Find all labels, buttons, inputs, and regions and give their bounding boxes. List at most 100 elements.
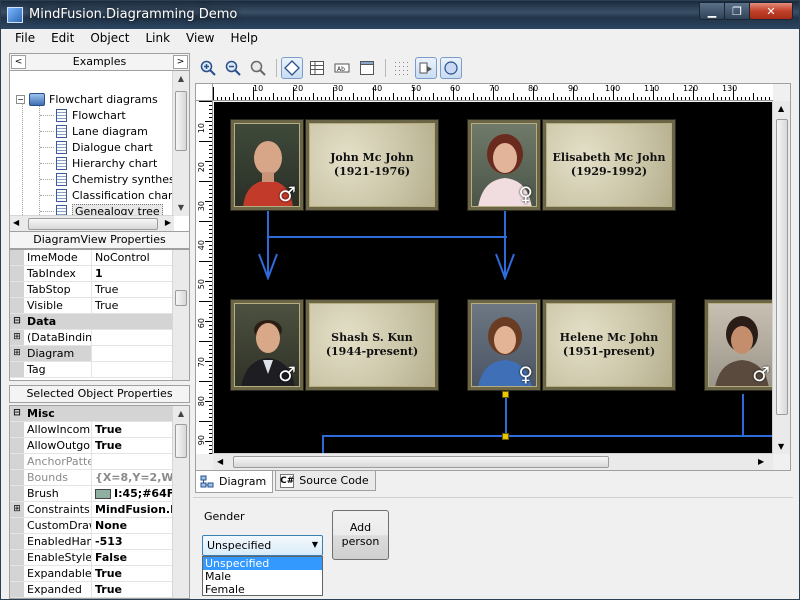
person-photo-node[interactable]: ♀ <box>468 300 540 390</box>
property-row[interactable]: Visible True <box>10 298 189 314</box>
gender-select[interactable]: Unspecified ▼ <box>202 535 323 556</box>
examples-hscrollbar[interactable]: ◀ ▶ <box>10 215 174 232</box>
menu-object[interactable]: Object <box>82 29 137 49</box>
text-icon[interactable]: Ab <box>331 57 353 79</box>
expand-icon[interactable]: ⊞ <box>10 502 24 517</box>
selection-handle[interactable] <box>502 391 509 398</box>
table-icon[interactable] <box>306 57 328 79</box>
property-value[interactable] <box>92 454 174 469</box>
person-photo-node[interactable]: ♂ <box>231 300 303 390</box>
collapse-icon[interactable]: ⊟ <box>10 406 24 421</box>
person-info-node[interactable]: Helene Mc John (1951-present) <box>543 300 675 390</box>
menu-link[interactable]: Link <box>137 29 178 49</box>
container-icon[interactable] <box>356 57 378 79</box>
property-row[interactable]: ⊞ Constraints MindFusion.D <box>10 502 189 518</box>
scroll-thumb[interactable] <box>233 456 609 468</box>
property-row[interactable]: AllowIncomin True <box>10 422 189 438</box>
tree-item-classification-chart[interactable]: Classification chart <box>56 187 177 203</box>
circle-icon[interactable] <box>440 57 462 79</box>
tree-item-dialogue-chart[interactable]: Dialogue chart <box>56 139 153 155</box>
menu-view[interactable]: View <box>178 29 222 49</box>
property-row[interactable]: Expandable True <box>10 566 189 582</box>
property-value[interactable]: True <box>92 298 174 313</box>
property-row[interactable]: Brush I:45;#64F <box>10 486 189 502</box>
tree-group-flowchart[interactable]: − Flowchart diagrams <box>16 91 158 107</box>
property-row[interactable]: ⊞ (DataBinding <box>10 330 189 346</box>
property-row[interactable]: Tag <box>10 362 189 378</box>
property-value[interactable]: True <box>92 438 174 453</box>
property-value[interactable]: True <box>92 582 174 597</box>
scroll-left-icon[interactable]: ◀ <box>13 218 19 227</box>
property-category-data[interactable]: ⊟ Data <box>10 314 189 330</box>
property-category-misc[interactable]: ⊟ Misc <box>10 406 189 422</box>
add-person-button[interactable]: Add person <box>332 510 389 560</box>
zoom-out-icon[interactable] <box>222 57 244 79</box>
scroll-down-icon[interactable]: ▼ <box>173 200 189 216</box>
property-row[interactable]: TabStop True <box>10 282 189 298</box>
property-row[interactable]: EnabledHanc -513 <box>10 534 189 550</box>
property-value[interactable]: {X=8,Y=2,Wid <box>92 470 174 485</box>
person-photo-node[interactable]: ♂ <box>231 120 303 210</box>
menu-edit[interactable]: Edit <box>43 29 82 49</box>
connector-line[interactable] <box>322 435 324 454</box>
diagram-canvas[interactable]: ♂ John Mc John (1921-1976) ♀ Elisabeth Mc… <box>214 102 773 454</box>
person-photo-node[interactable]: ♂ <box>705 300 773 390</box>
collapse-icon[interactable]: ⊟ <box>10 314 24 329</box>
tree-item-chemistry-synthesis[interactable]: Chemistry synthesis tr <box>56 171 189 187</box>
person-info-node[interactable]: Shash S. Kun (1944-present) <box>306 300 438 390</box>
expand-icon[interactable]: ⊞ <box>10 346 24 361</box>
gender-dropdown-list[interactable]: Unspecified Male Female <box>202 556 323 596</box>
person-photo-node[interactable]: ♀ <box>468 120 540 210</box>
diagramview-props-vscrollbar[interactable] <box>172 250 189 380</box>
property-value[interactable]: False <box>92 550 174 565</box>
menu-file[interactable]: File <box>7 29 43 49</box>
connector-line[interactable] <box>505 394 507 436</box>
scroll-left-icon[interactable]: ◀ <box>217 457 223 466</box>
property-row[interactable]: Expanded True <box>10 582 189 598</box>
behavior-icon[interactable] <box>415 57 437 79</box>
property-value[interactable]: True <box>92 566 174 581</box>
canvas-hscrollbar[interactable]: ◀ ▶ <box>213 453 773 470</box>
collapse-icon[interactable]: − <box>16 94 25 104</box>
shape-icon[interactable] <box>281 57 303 79</box>
selected-props-vscrollbar[interactable]: ▲ <box>172 406 189 598</box>
tab-source-code[interactable]: C# Source Code <box>275 471 376 491</box>
scroll-thumb[interactable] <box>28 218 158 230</box>
scroll-thumb[interactable] <box>175 424 187 458</box>
scroll-up-icon[interactable]: ▲ <box>173 71 189 87</box>
gender-option-male[interactable]: Male <box>203 570 322 583</box>
tree-item-lane-diagram[interactable]: Lane diagram <box>56 123 148 139</box>
property-row[interactable]: TabIndex 1 <box>10 266 189 282</box>
gender-option-female[interactable]: Female <box>203 583 322 596</box>
property-value[interactable]: -513 <box>92 534 174 549</box>
scroll-right-icon[interactable]: ▶ <box>165 218 171 227</box>
property-row[interactable]: AllowOutgoin True <box>10 438 189 454</box>
scroll-down-icon[interactable]: ▼ <box>778 442 784 451</box>
title-bar[interactable]: MindFusion.Diagramming Demo ▁ ❐ ✕ <box>1 1 799 29</box>
scroll-thumb[interactable] <box>175 91 187 151</box>
scroll-thumb[interactable] <box>175 290 187 306</box>
scroll-thumb[interactable] <box>776 119 788 415</box>
canvas-vscrollbar[interactable]: ▲ ▼ <box>772 101 790 454</box>
property-value[interactable]: True <box>92 422 174 437</box>
examples-prev-button[interactable]: < <box>11 55 26 69</box>
scroll-up-icon[interactable]: ▲ <box>778 104 784 113</box>
connector-line[interactable] <box>322 435 773 437</box>
property-value[interactable]: None <box>92 518 174 533</box>
property-value[interactable]: I:45;#64F <box>92 486 174 501</box>
minimize-button[interactable]: ▁ <box>699 2 725 20</box>
close-button[interactable]: ✕ <box>749 2 793 20</box>
zoom-in-icon[interactable] <box>197 57 219 79</box>
property-row[interactable]: ⊞ Diagram <box>10 346 189 362</box>
property-value[interactable] <box>92 330 174 345</box>
selection-handle[interactable] <box>502 433 509 440</box>
person-info-node[interactable]: John Mc John (1921-1976) <box>306 120 438 210</box>
scroll-right-icon[interactable]: ▶ <box>758 457 764 466</box>
property-value[interactable]: NoControl <box>92 250 174 265</box>
maximize-button[interactable]: ❐ <box>724 2 750 20</box>
tree-item-flowchart[interactable]: Flowchart <box>56 107 126 123</box>
diagramview-property-grid[interactable]: ImeMode NoControl TabIndex 1 TabStop Tru… <box>9 249 190 381</box>
examples-tree[interactable]: − Flowchart diagrams Flowchart Lane diag… <box>9 71 190 233</box>
property-value[interactable] <box>92 362 174 377</box>
connector-line[interactable] <box>267 236 507 238</box>
